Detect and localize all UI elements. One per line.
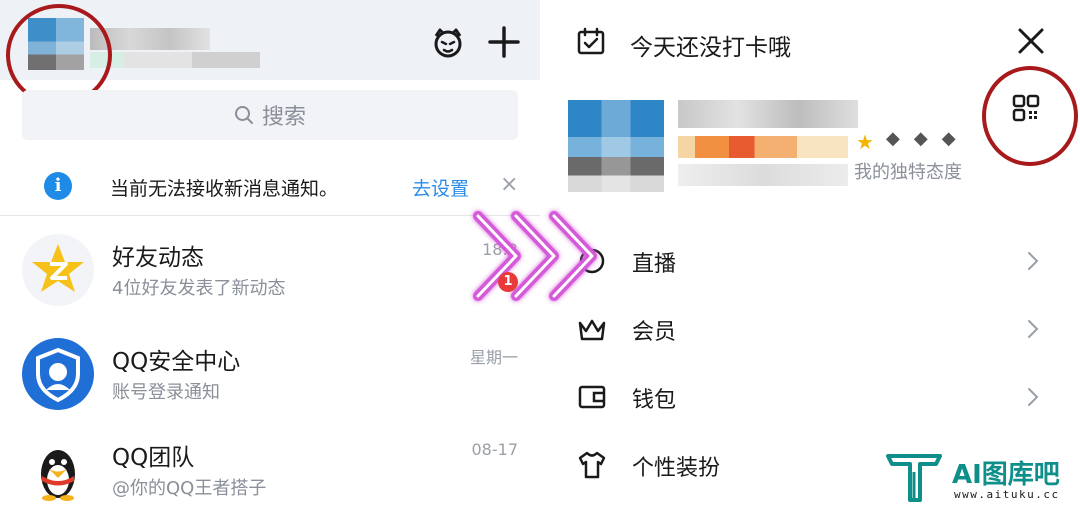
chat-title: QQ团队 [112, 445, 195, 471]
watermark-url: www.aituku.cc [954, 488, 1060, 501]
search-icon [234, 106, 253, 124]
message-list-panel: 搜索 i 当前无法接收新消息通知。 去设置 × 好友动态 4位好友发表了新动态 … [0, 0, 540, 514]
logo-icon [886, 454, 942, 502]
chevron-right-icon [1028, 388, 1039, 406]
chat-item-qq-team[interactable]: QQ团队 @你的QQ王者搭子 08-17 [0, 418, 540, 514]
watermark-name: AI图库吧 [952, 460, 1060, 490]
level-badges: ◆ ◆ ◆ [886, 128, 956, 149]
badge-icon: ◆ [886, 128, 900, 149]
chat-item-security-center[interactable]: QQ安全中心 账号登录通知 星期一 [0, 322, 540, 426]
chat-item-friend-feed[interactable]: 好友动态 4位好友发表了新动态 18:2 [0, 218, 540, 322]
badge-icon: ◆ [941, 128, 956, 149]
add-icon[interactable] [486, 24, 522, 60]
profile-signature[interactable]: 我的独特态度 [854, 158, 962, 184]
close-icon[interactable]: × [500, 172, 518, 197]
crown-icon [578, 319, 606, 341]
unread-badge: 1 [498, 272, 518, 292]
security-center-avatar [22, 338, 94, 410]
chevron-right-icon [1028, 252, 1039, 270]
qq-team-avatar [22, 434, 94, 506]
chevron-right-icon [1028, 320, 1039, 338]
info-icon: i [44, 172, 72, 200]
calendar-check-icon[interactable] [576, 26, 606, 56]
badge-icon: ◆ [913, 128, 928, 149]
highlight-circle-qr [982, 66, 1078, 166]
chat-title: 好友动态 [112, 245, 204, 271]
menu-label: 个性装扮 [632, 456, 721, 481]
shirt-icon [578, 451, 606, 479]
tiger-icon[interactable] [430, 24, 466, 60]
transition-arrows-icon [473, 211, 597, 301]
close-icon[interactable] [1016, 26, 1046, 56]
profile-drawer-panel: 今天还没打卡哦 ★ ◆ ◆ ◆ 我的独特态度 直播 会员 钱包 个性装扮 [540, 0, 1080, 514]
notice-settings-link[interactable]: 去设置 [412, 174, 469, 201]
menu-item-live[interactable]: 直播 [540, 230, 1080, 290]
chat-preview: 账号登录通知 [112, 382, 220, 403]
checkin-prompt[interactable]: 今天还没打卡哦 [630, 28, 791, 62]
menu-label: 钱包 [632, 388, 677, 413]
chat-preview: @你的QQ王者搭子 [112, 478, 267, 499]
menu-item-wallet[interactable]: 钱包 [540, 366, 1080, 426]
chat-time: 星期一 [469, 348, 518, 367]
search-placeholder: 搜索 [261, 105, 306, 130]
menu-label: 直播 [632, 252, 677, 277]
notification-banner: i 当前无法接收新消息通知。 去设置 × [0, 158, 540, 216]
chat-preview: 4位好友发表了新动态 [112, 278, 286, 299]
blurred-profile-info [678, 164, 848, 186]
profile-avatar[interactable] [568, 100, 664, 192]
search-bar[interactable]: 搜索 [22, 90, 518, 140]
chat-title: QQ安全中心 [112, 349, 241, 375]
blurred-badges [678, 136, 848, 158]
blurred-profile-name [678, 100, 858, 128]
chat-time: 08-17 [471, 440, 519, 459]
star-icon: ★ [856, 130, 874, 154]
menu-label: 会员 [632, 320, 677, 345]
wallet-icon [578, 385, 606, 409]
blurred-status [90, 52, 260, 68]
notice-text: 当前无法接收新消息通知。 [110, 178, 339, 200]
friend-feed-avatar [22, 234, 94, 306]
watermark-logo: AI图库吧 www.aituku.cc [884, 450, 1074, 510]
menu-item-membership[interactable]: 会员 [540, 298, 1080, 358]
